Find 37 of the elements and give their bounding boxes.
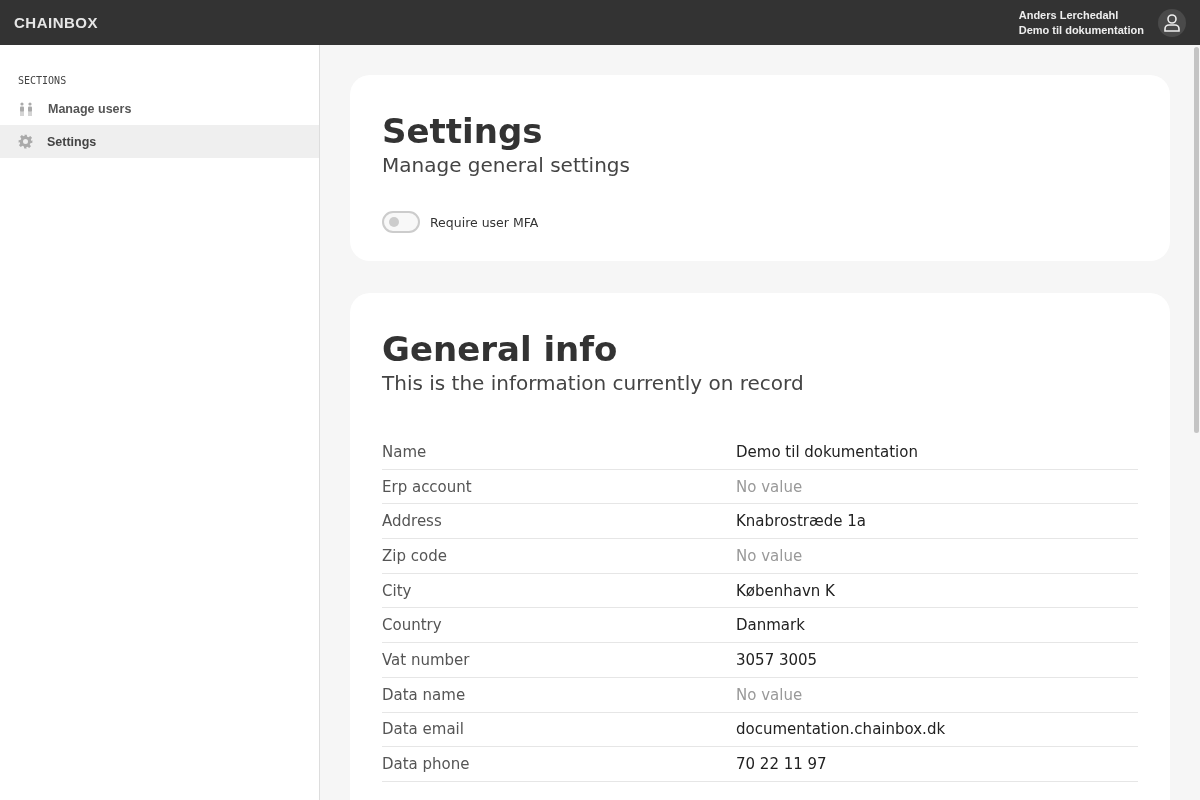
field-label: Address <box>382 512 443 531</box>
field-label: Vat number <box>382 650 471 669</box>
field-value: Danmark <box>736 616 805 635</box>
sidebar-heading: SECTIONS <box>17 75 68 88</box>
field-value: Knabrostræde 1a <box>736 512 866 531</box>
sidebar-item[interactable]: Settings <box>0 125 319 158</box>
card-subtitle: This is the information currently on record <box>382 371 805 395</box>
field-label: Data phone <box>382 755 471 774</box>
card-title: Settings <box>382 111 544 151</box>
field-value: København K <box>736 581 835 600</box>
field-label: City <box>382 581 413 600</box>
field-label: Erp account <box>382 477 473 496</box>
card-subtitle: Manage general settings <box>382 153 631 177</box>
field-value: No value <box>736 546 803 565</box>
card-title: General info <box>382 329 619 369</box>
person-icon <box>1164 13 1180 32</box>
field-value: Demo til dokumentation <box>736 442 918 461</box>
field-label: Zip code <box>382 546 448 565</box>
sidebar-item[interactable]: Manage users <box>0 92 319 125</box>
user-name: Anders Lerchedahl <box>1018 7 1120 23</box>
field-label: Country <box>382 616 443 635</box>
field-value: No value <box>736 477 803 496</box>
field-value: 3057 3005 <box>736 650 818 669</box>
field-value: documentation.chainbox.dk <box>736 720 946 739</box>
scrollbar[interactable] <box>1194 47 1199 433</box>
field-value: No value <box>736 685 803 704</box>
field-label: Data name <box>382 685 467 704</box>
user-avatar-button[interactable] <box>1158 8 1186 37</box>
toggle-label: Require user MFA <box>430 214 539 230</box>
gear-icon <box>18 134 33 149</box>
organization-name: Demo til dokumentation <box>1018 22 1144 38</box>
field-label: Name <box>382 442 428 461</box>
logo[interactable]: CHAINBOX <box>14 14 98 31</box>
field-value: 70 22 11 97 <box>736 755 827 774</box>
people-icon <box>18 101 34 116</box>
field-label: Data email <box>382 720 465 739</box>
toggle-switch[interactable] <box>382 211 420 233</box>
